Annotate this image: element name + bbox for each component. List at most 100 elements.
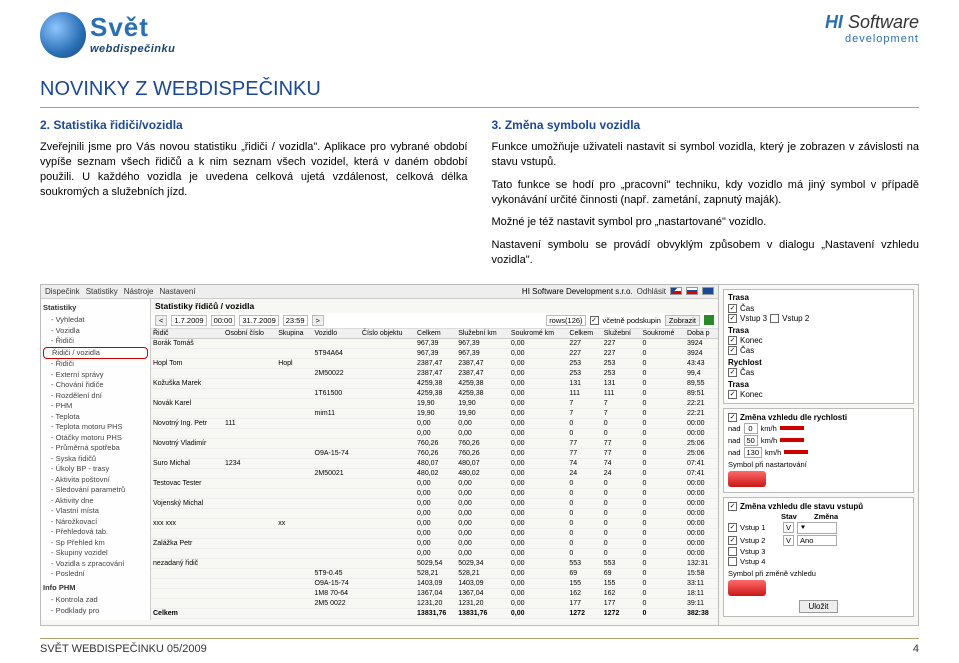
table-row[interactable]: 2M500222387,472387,470,00253253099,4: [151, 368, 718, 378]
tab-dispecink[interactable]: Dispečink: [45, 287, 80, 296]
v2-state[interactable]: V: [783, 535, 794, 546]
tree-item[interactable]: - Kontrola zad: [43, 595, 148, 606]
date-to-input[interactable]: 31.7.2009: [239, 315, 278, 326]
col-header[interactable]: Celkem: [415, 329, 456, 339]
col-header[interactable]: Doba p: [685, 329, 718, 339]
table-row[interactable]: Borák Tomáš967,39967,390,0022722703924: [151, 338, 718, 348]
table-row[interactable]: Zalážka Petr0,000,000,0000000:00: [151, 538, 718, 548]
table-row[interactable]: 5T94A64967,39967,390,0022722703924: [151, 348, 718, 358]
tree-item[interactable]: - Aktivita poštovní: [43, 475, 148, 486]
tree-item[interactable]: - Teplota: [43, 412, 148, 423]
table-row[interactable]: Vojenský Michal0,000,000,0000000:00: [151, 498, 718, 508]
chk-cas2[interactable]: ✓: [728, 346, 737, 355]
col-header[interactable]: Soukromé km: [509, 329, 567, 339]
chk-konec[interactable]: ✓: [728, 336, 737, 345]
table-row[interactable]: 0,000,000,0000000:00: [151, 488, 718, 498]
flag-cz-icon[interactable]: [670, 287, 682, 295]
tab-nastroje[interactable]: Nástroje: [124, 287, 154, 296]
table-row[interactable]: O9A-15-741403,091403,090,00155155033:11: [151, 578, 718, 588]
table-row[interactable]: Testovac Tester0,000,000,0000000:00: [151, 478, 718, 488]
date-prev-button[interactable]: <: [155, 315, 167, 326]
chk-v4[interactable]: [728, 557, 737, 566]
table-row[interactable]: Novotný Ing. Petr1110,000,000,0000000:00: [151, 418, 718, 428]
v2-change[interactable]: Ano: [797, 535, 837, 546]
tab-nastaveni[interactable]: Nastavení: [160, 287, 196, 296]
tree-item[interactable]: - Vozidla s zpracování: [43, 559, 148, 570]
chk-vstup2[interactable]: [770, 314, 779, 323]
tree-item[interactable]: - Nárožkovací: [43, 517, 148, 528]
color-swatch-icon[interactable]: [780, 438, 804, 442]
car-symbol-icon[interactable]: [728, 471, 766, 487]
tree-item[interactable]: - Úkoly BP - trasy: [43, 464, 148, 475]
tree-item[interactable]: - Vlastní místa: [43, 506, 148, 517]
tree-item[interactable]: - Přehledová tab.: [43, 527, 148, 538]
table-row[interactable]: 1T615004259,384259,380,00111111089:51: [151, 388, 718, 398]
tree-item[interactable]: - Otáčky motoru PHS: [43, 433, 148, 444]
table-row[interactable]: 1M8 70-641367,041367,040,00162162018:11: [151, 588, 718, 598]
table-row[interactable]: Hopl TomHopl2387,472387,470,00253253043:…: [151, 358, 718, 368]
table-row[interactable]: O9A-15-74760,26760,260,007777025:06: [151, 448, 718, 458]
col-header[interactable]: Řidič: [151, 329, 223, 339]
date-next-button[interactable]: >: [312, 315, 324, 326]
tree-item[interactable]: - Řidiči: [43, 359, 148, 370]
tree-item[interactable]: - PHM: [43, 401, 148, 412]
chk-konec2[interactable]: ✓: [728, 390, 737, 399]
table-row[interactable]: xxx xxxxx0,000,000,0000000:00: [151, 518, 718, 528]
flag-sk-icon[interactable]: [686, 287, 698, 295]
col-header[interactable]: Číslo objektu: [360, 329, 415, 339]
save-button[interactable]: Uložit: [799, 600, 837, 613]
tree-item[interactable]: - Poslední: [43, 569, 148, 580]
excel-icon[interactable]: [704, 315, 714, 325]
color-swatch-icon[interactable]: [780, 426, 804, 430]
chk-v3[interactable]: [728, 547, 737, 556]
tree-item[interactable]: - Průměrná spotřeba: [43, 443, 148, 454]
speed-val-1[interactable]: 0: [744, 423, 758, 434]
flag-en-icon[interactable]: [702, 287, 714, 295]
v1-state[interactable]: V: [783, 522, 794, 533]
table-row[interactable]: 0,000,000,0000000:00: [151, 508, 718, 518]
v1-change[interactable]: ⯆: [797, 522, 837, 534]
table-row[interactable]: 0,000,000,0000000:00: [151, 548, 718, 558]
tree-item[interactable]: - Chování řidiče: [43, 380, 148, 391]
col-header[interactable]: Služební km: [456, 329, 509, 339]
tree-item[interactable]: - Vozidla: [43, 326, 148, 337]
col-header[interactable]: Služební: [602, 329, 641, 339]
table-row[interactable]: 2M50021480,02480,020,002424007:41: [151, 468, 718, 478]
chk-cas[interactable]: ✓: [728, 304, 737, 313]
tree-item[interactable]: - Sledování parametrů: [43, 485, 148, 496]
table-row[interactable]: Novotný Vladimír760,26760,260,007777025:…: [151, 438, 718, 448]
car-symbol-change-icon[interactable]: [728, 580, 766, 596]
table-row[interactable]: 2M5 00221231,201231,200,00177177039:11: [151, 598, 718, 608]
tree-item[interactable]: - Vyhledat: [43, 315, 148, 326]
table-row[interactable]: mim1119,9019,900,0077022:21: [151, 408, 718, 418]
time-from-input[interactable]: 00:00: [211, 315, 236, 326]
tree-item[interactable]: - Teplota motoru PHS: [43, 422, 148, 433]
tree-item[interactable]: - Rozdělení dní: [43, 391, 148, 402]
col-header[interactable]: Vozidlo: [313, 329, 360, 339]
table-row[interactable]: Novák Karel19,9019,900,0077022:21: [151, 398, 718, 408]
col-header[interactable]: Skupina: [276, 329, 312, 339]
tree-item[interactable]: - Externí správy: [43, 370, 148, 381]
table-row[interactable]: Kožuška Marek4259,384259,380,00131131089…: [151, 378, 718, 388]
speed-val-3[interactable]: 130: [744, 447, 763, 458]
tree-item[interactable]: - Skupiny vozidel: [43, 548, 148, 559]
chk-cas3[interactable]: ✓: [728, 368, 737, 377]
tree-item[interactable]: - Aktivity dne: [43, 496, 148, 507]
tree-item[interactable]: - Podklady pro: [43, 606, 148, 617]
speed-val-2[interactable]: 50: [744, 435, 758, 446]
show-button[interactable]: Zobrazit: [665, 315, 700, 326]
table-row[interactable]: Suro Michal1234480,07480,070,007474007:4…: [151, 458, 718, 468]
col-header[interactable]: Osobní číslo: [223, 329, 276, 339]
col-header[interactable]: Celkem: [567, 329, 601, 339]
tree-item[interactable]: - Řidiči: [43, 336, 148, 347]
tree-item[interactable]: - Sp Přehled km: [43, 538, 148, 549]
tree-item[interactable]: - Syska řidičů: [43, 454, 148, 465]
time-to-input[interactable]: 23:59: [283, 315, 308, 326]
table-row[interactable]: nezadaný řidič5029,545029,340,0055355301…: [151, 558, 718, 568]
color-swatch-icon[interactable]: [784, 450, 808, 454]
table-row[interactable]: 0,000,000,0000000:00: [151, 528, 718, 538]
logout-link[interactable]: Odhlásit: [637, 287, 666, 296]
tree-item-selected[interactable]: Řidiči / vozidla: [43, 347, 148, 360]
chk-vstup3[interactable]: ✓: [728, 314, 737, 323]
table-row[interactable]: 5T9-0.45528,21528,210,006969015:58: [151, 568, 718, 578]
